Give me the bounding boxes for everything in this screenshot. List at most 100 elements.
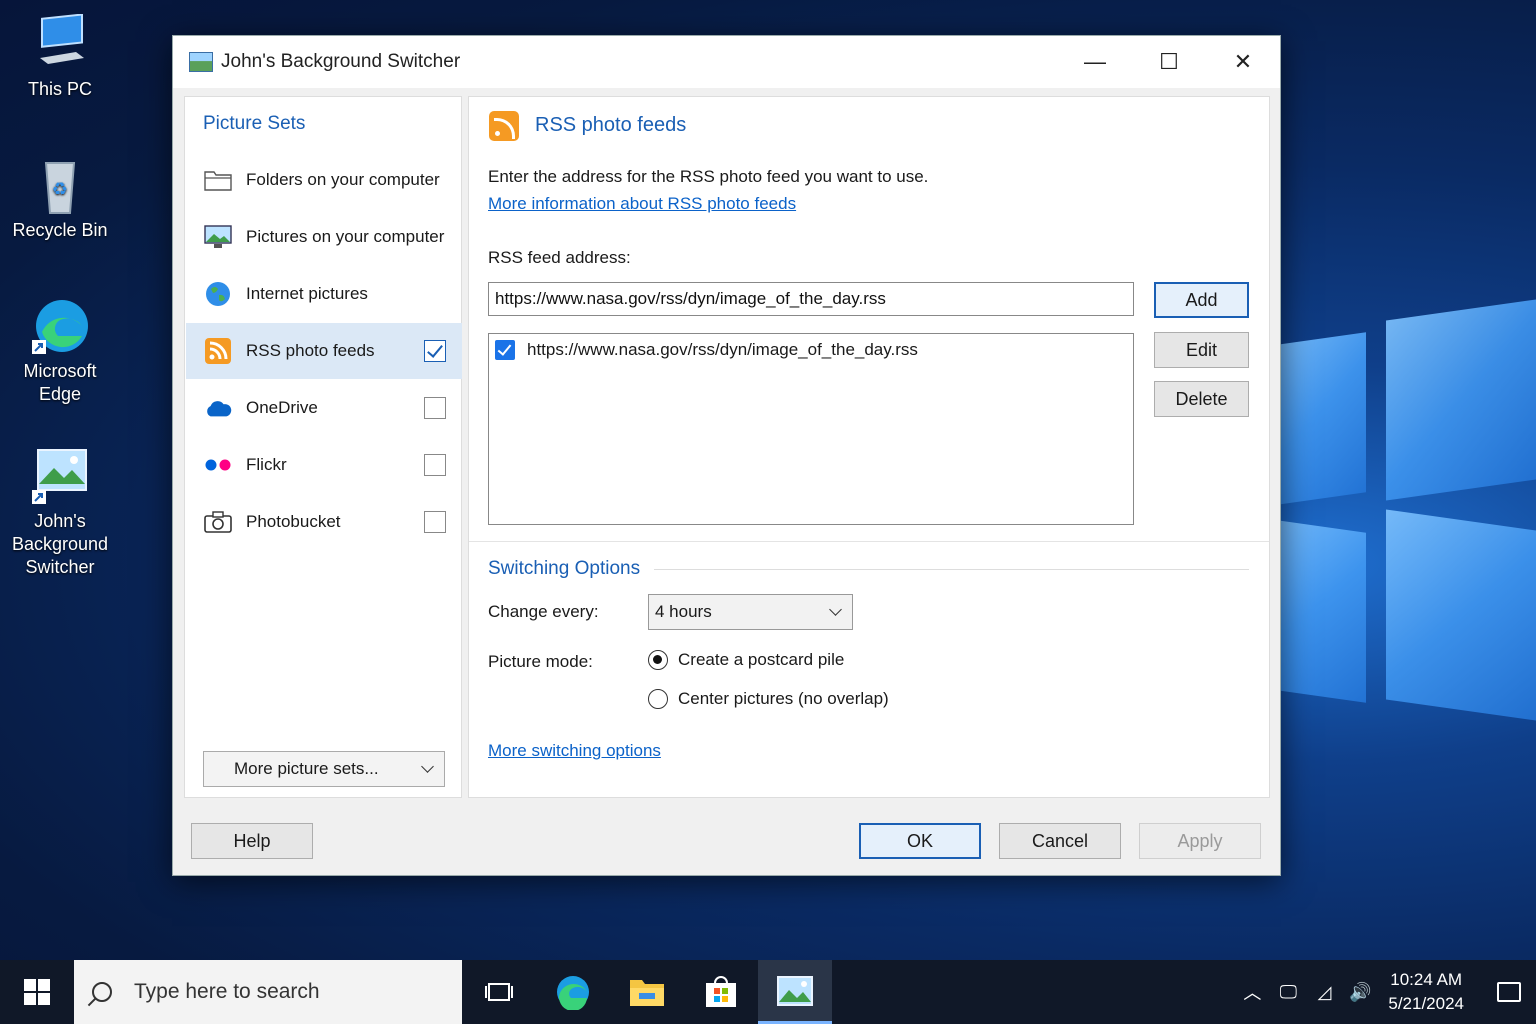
flickr-checkbox[interactable] [424, 454, 446, 476]
taskbar-edge[interactable] [536, 960, 610, 1024]
radio-button[interactable] [648, 689, 668, 709]
rss-icon [489, 111, 519, 141]
edge-icon [30, 296, 90, 356]
set-item-pictures[interactable]: Pictures on your computer [186, 209, 462, 265]
device-icon[interactable]: 🖵 [1270, 982, 1306, 1003]
radio-center-pictures[interactable]: Center pictures (no overlap) [648, 689, 889, 709]
ok-button[interactable]: OK [859, 823, 981, 859]
change-every-label: Change every: [488, 602, 599, 621]
desktop-icon-recycle-bin[interactable]: ♻ Recycle Bin [8, 155, 112, 242]
more-picture-sets-dropdown[interactable]: More picture sets... [203, 751, 445, 787]
rss-info-link[interactable]: More information about RSS photo feeds [488, 194, 796, 214]
change-every-select[interactable]: 4 hours [648, 594, 853, 630]
close-button[interactable]: ✕ [1206, 36, 1280, 88]
rss-enabled-checkbox[interactable] [424, 340, 446, 362]
system-tray: ︿ 🖵 ◿ 🔊 10:24 AM 5/21/2024 [1234, 960, 1536, 1024]
cancel-button[interactable]: Cancel [999, 823, 1121, 859]
picture-icon [204, 225, 232, 249]
clock-date: 5/21/2024 [1388, 994, 1464, 1013]
folder-icon [204, 168, 232, 192]
picture-mode-label: Picture mode: [488, 652, 593, 671]
rss-description: Enter the address for the RSS photo feed… [488, 167, 929, 186]
section-divider [469, 541, 1269, 542]
help-button[interactable]: Help [191, 823, 313, 859]
switching-rule [654, 569, 1249, 570]
chevron-down-icon [829, 603, 842, 616]
rss-address-label: RSS feed address: [488, 248, 631, 267]
set-item-rss[interactable]: RSS photo feeds [186, 323, 462, 379]
rss-icon [204, 338, 232, 364]
set-item-photobucket[interactable]: Photobucket [186, 494, 462, 550]
set-item-flickr[interactable]: Flickr [186, 437, 462, 493]
maximize-button[interactable]: ☐ [1132, 36, 1206, 88]
add-button[interactable]: Add [1154, 282, 1249, 318]
edge-icon [557, 976, 589, 1010]
radio-postcard-pile[interactable]: Create a postcard pile [648, 650, 844, 670]
set-item-internet[interactable]: Internet pictures [186, 266, 462, 322]
notification-icon [1497, 982, 1521, 1002]
volume-icon[interactable]: 🔊 [1342, 982, 1378, 1003]
title-bar[interactable]: John's Background Switcher — ☐ ✕ [173, 36, 1280, 88]
set-item-onedrive[interactable]: OneDrive [186, 380, 462, 436]
clock[interactable]: 10:24 AM 5/21/2024 [1378, 968, 1482, 1016]
clock-time: 10:24 AM [1390, 970, 1463, 989]
minimize-button[interactable]: — [1058, 36, 1132, 88]
feed-list[interactable]: https://www.nasa.gov/rss/dyn/image_of_th… [488, 333, 1134, 525]
store-icon [706, 976, 736, 1007]
network-icon[interactable]: ◿ [1306, 982, 1342, 1003]
desktop-icon-label: Microsoft Edge [23, 361, 97, 404]
chevron-up-icon[interactable]: ︿ [1234, 979, 1270, 1005]
notification-center-button[interactable] [1482, 960, 1536, 1024]
start-button[interactable] [0, 960, 74, 1024]
desktop-icon-label: This PC [27, 79, 92, 99]
more-switching-options-link[interactable]: More switching options [488, 741, 661, 761]
search-placeholder: Type here to search [134, 980, 320, 1003]
delete-button[interactable]: Delete [1154, 381, 1249, 417]
desktop-icon-label: John's Background Switcher [11, 511, 109, 577]
rss-settings-pane: RSS photo feeds Enter the address for th… [468, 96, 1270, 798]
set-item-label: OneDrive [246, 398, 318, 417]
landscape-photo-icon [30, 446, 90, 506]
radio-label: Create a postcard pile [678, 650, 845, 669]
set-item-folders[interactable]: Folders on your computer [186, 152, 462, 208]
taskbar-store[interactable] [684, 960, 758, 1024]
monitor-icon [30, 13, 90, 74]
picture-sets-pane: Picture Sets Folders on your computer Pi… [184, 96, 462, 798]
edit-button[interactable]: Edit [1154, 332, 1249, 368]
desktop-icon-this-pc[interactable]: This PC [8, 13, 112, 101]
task-view-icon [485, 983, 513, 1001]
taskbar-file-explorer[interactable] [610, 960, 684, 1024]
picture-sets-heading: Picture Sets [203, 113, 306, 134]
apply-button[interactable]: Apply [1139, 823, 1261, 859]
set-item-label: RSS photo feeds [246, 341, 375, 360]
taskbar: Type here to search ︿ 🖵 ◿ 🔊 10:24 AM 5/2… [0, 960, 1536, 1024]
folder-icon [630, 980, 664, 1006]
search-icon [92, 982, 112, 1002]
desktop-icon-edge[interactable]: Microsoft Edge [8, 296, 112, 406]
radio-label: Center pictures (no overlap) [678, 689, 889, 708]
photobucket-checkbox[interactable] [424, 511, 446, 533]
taskbar-jbs[interactable] [758, 960, 832, 1024]
recycle-bin-icon: ♻ [30, 155, 90, 215]
rss-address-input[interactable] [488, 282, 1134, 316]
rss-section-title: RSS photo feeds [535, 114, 687, 136]
set-item-label: Pictures on your computer [246, 227, 445, 246]
set-item-label: Internet pictures [246, 284, 368, 303]
taskbar-search[interactable]: Type here to search [74, 960, 462, 1024]
desktop-light-logo [1236, 299, 1536, 721]
list-item[interactable]: https://www.nasa.gov/rss/dyn/image_of_th… [489, 334, 1133, 366]
svg-text:♻: ♻ [52, 179, 68, 199]
more-picture-sets-label: More picture sets... [234, 759, 379, 778]
cloud-icon [204, 396, 232, 420]
onedrive-checkbox[interactable] [424, 397, 446, 419]
set-item-label: Photobucket [246, 512, 341, 531]
app-icon [189, 52, 213, 72]
radio-button[interactable] [648, 650, 668, 670]
set-item-label: Folders on your computer [246, 170, 440, 189]
windows-logo-icon [24, 979, 50, 1005]
desktop-icon-jbs[interactable]: John's Background Switcher [8, 446, 112, 579]
feed-checkbox[interactable] [495, 340, 515, 360]
task-view-button[interactable] [462, 960, 536, 1024]
landscape-photo-icon [777, 975, 813, 1006]
globe-icon [204, 282, 232, 306]
